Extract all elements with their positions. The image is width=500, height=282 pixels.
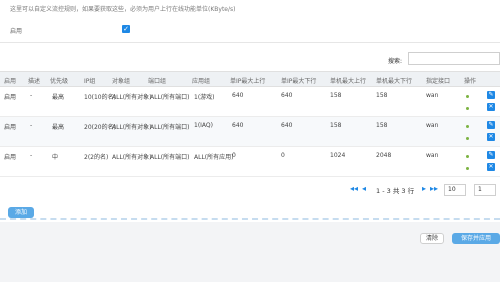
last-page-icon[interactable]: ▸▸: [430, 185, 440, 193]
status-dot: [466, 125, 469, 128]
cell-enable: 启用: [4, 154, 17, 161]
th-port-group: 端口组: [148, 78, 167, 85]
edit-icon[interactable]: ✎: [487, 121, 495, 129]
search-label: 搜索:: [388, 58, 403, 65]
cell-host-max-down: 158: [376, 92, 388, 99]
add-button[interactable]: 添加: [8, 207, 34, 218]
cell-ip-max-down: 640: [281, 122, 293, 129]
search-input[interactable]: [408, 52, 500, 65]
th-actions: 操作: [464, 78, 477, 85]
cell-interface: wan: [426, 152, 439, 159]
divider: [0, 42, 500, 43]
status-dot: [466, 95, 469, 98]
status-dot: [466, 107, 469, 110]
th-ip-max-down: 单IP最大下行: [281, 78, 317, 85]
cell-port-group: ALL(所有端口): [150, 154, 190, 161]
enable-label: 启用: [10, 28, 23, 35]
status-dot: [466, 155, 469, 158]
cell-priority: 最高: [52, 124, 65, 131]
cell-object-group: ALL(所有对象): [112, 124, 152, 131]
cell-ip-max-down: 0: [281, 152, 285, 159]
th-host-max-up: 单机最大上行: [330, 78, 367, 85]
table-row: 启用 - 最高 10(10的名) ALL(所有对象) ALL(所有端口) 1(游…: [0, 87, 500, 117]
cell-desc: -: [30, 152, 33, 159]
th-object-group: 对象组: [112, 78, 131, 85]
cell-port-group: ALL(所有端口): [150, 124, 190, 131]
cell-app-group: 1(游戏): [194, 94, 215, 101]
cell-object-group: ALL(所有对象): [112, 94, 152, 101]
page-number-input[interactable]: 1: [474, 184, 496, 196]
cell-object-group: ALL(所有对象): [112, 154, 152, 161]
cell-host-max-down: 2048: [376, 152, 392, 159]
page-info: 1 - 3 共 3 行: [376, 187, 415, 195]
clear-button[interactable]: 清除: [420, 233, 444, 244]
save-apply-button[interactable]: 保存并应用: [452, 233, 500, 244]
cell-host-max-up: 1024: [330, 152, 346, 159]
cell-host-max-down: 158: [376, 122, 388, 129]
cell-host-max-up: 158: [330, 92, 342, 99]
enable-checkbox[interactable]: ✓: [122, 25, 130, 33]
footer-bar: [0, 222, 500, 282]
delete-icon[interactable]: ✕: [487, 103, 495, 111]
status-dot: [466, 167, 469, 170]
cell-interface: wan: [426, 92, 439, 99]
edit-icon[interactable]: ✎: [487, 151, 495, 159]
cell-app-group: ALL(所有应用): [194, 154, 234, 161]
cell-interface: wan: [426, 122, 439, 129]
delete-icon[interactable]: ✕: [487, 163, 495, 171]
first-page-icon[interactable]: ◂◂: [350, 185, 360, 193]
cell-ip-max-down: 640: [281, 92, 293, 99]
cell-enable: 启用: [4, 94, 17, 101]
th-priority: 优先级: [50, 78, 69, 85]
table-header: 启用 描述 优先级 IP组 对象组 端口组 应用组 单IP最大上行 单IP最大下…: [0, 71, 500, 87]
th-host-max-down: 单机最大下行: [376, 78, 413, 85]
table-row: 启用 - 中 2(2的名) ALL(所有对象) ALL(所有端口) ALL(所有…: [0, 147, 500, 177]
th-enable: 启用: [4, 78, 17, 85]
delete-icon[interactable]: ✕: [487, 133, 495, 141]
cell-enable: 启用: [4, 124, 17, 131]
page-size-input[interactable]: 10: [444, 184, 466, 196]
th-ip-max-up: 单IP最大上行: [230, 78, 266, 85]
table-row: 启用 - 最高 20(20的名) ALL(所有对象) ALL(所有端口) 1(I…: [0, 117, 500, 147]
cell-ip-group: 2(2的名): [84, 154, 109, 161]
next-page-icon[interactable]: ▸: [422, 185, 428, 193]
status-dot: [466, 137, 469, 140]
th-interface: 指定接口: [426, 78, 451, 85]
th-ip-group: IP组: [84, 78, 96, 85]
cell-priority: 中: [52, 154, 59, 161]
cell-ip-max-up: 640: [232, 122, 244, 129]
pagination: ◂◂ ◂ 1 - 3 共 3 行 ▸ ▸▸ 10 1: [350, 184, 500, 196]
cell-ip-max-up: 640: [232, 92, 244, 99]
cell-app-group: 1(IAQ): [194, 122, 213, 129]
prev-page-icon[interactable]: ◂: [362, 185, 368, 193]
info-tip: 这里可以自定义流控规则，如果要获取这些，必须为用户上行在线功能单位(KByte/…: [10, 6, 236, 13]
cell-ip-max-up: 0: [232, 152, 236, 159]
cell-priority: 最高: [52, 94, 65, 101]
cell-port-group: ALL(所有端口): [150, 94, 190, 101]
cell-host-max-up: 158: [330, 122, 342, 129]
enable-row: 启用 ✓: [0, 22, 500, 38]
th-app-group: 应用组: [192, 78, 211, 85]
cell-desc: -: [30, 122, 33, 129]
edit-icon[interactable]: ✎: [487, 91, 495, 99]
th-desc: 描述: [28, 78, 41, 85]
cell-desc: -: [30, 92, 33, 99]
